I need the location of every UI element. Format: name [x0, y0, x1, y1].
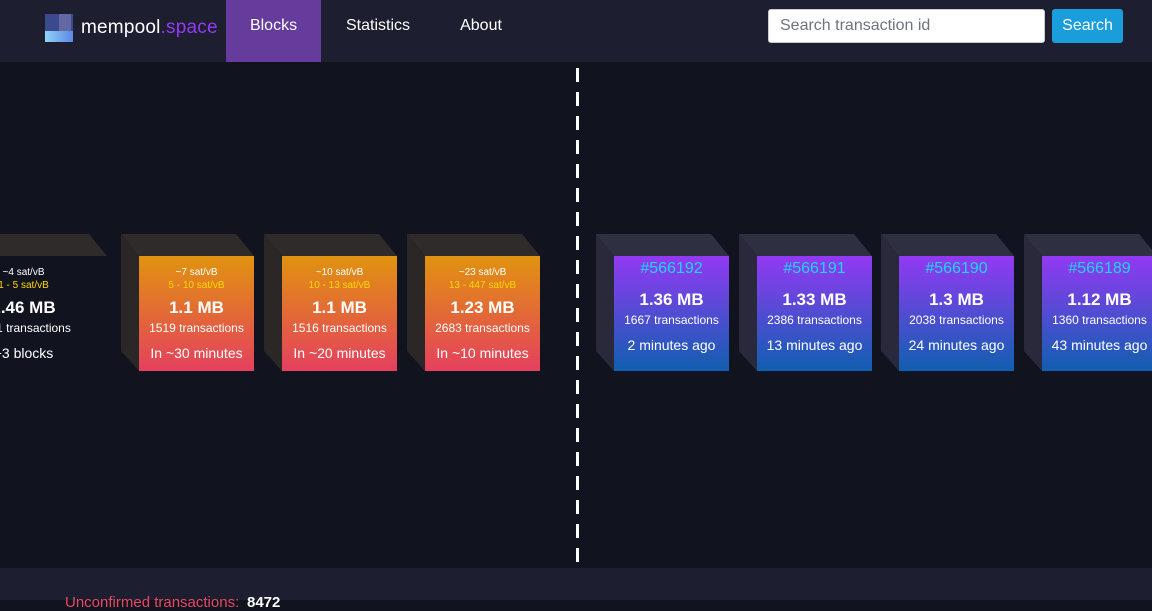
- mempool-logo-icon: [45, 14, 73, 42]
- block-size: 2.46 MB: [0, 298, 56, 317]
- block-eta: In ~20 minutes: [293, 345, 386, 361]
- nav-blocks[interactable]: Blocks: [226, 0, 321, 62]
- mempool-block[interactable]: ~7 sat/vB 5 - 10 sat/vB 1.1 MB 1519 tran…: [121, 234, 254, 371]
- block-tx-count: 2683 transactions: [435, 321, 530, 335]
- block-fee-range: 10 - 13 sat/vB: [308, 280, 371, 291]
- block-tx-count: 1519 transactions: [149, 321, 244, 335]
- block-tx-count: 3751 transactions: [0, 321, 71, 335]
- nav-about[interactable]: About: [450, 0, 512, 62]
- mined-block[interactable]: #566190 1.3 MB 2038 transactions 24 minu…: [881, 234, 1014, 371]
- mined-block[interactable]: #566189 1.12 MB 1360 transactions 43 min…: [1024, 234, 1152, 371]
- block-height[interactable]: #566190: [899, 259, 1014, 279]
- navbar: mempool.space Blocks Statistics About Se…: [0, 0, 1152, 62]
- mined-block[interactable]: #566191 1.33 MB 2386 transactions 13 min…: [739, 234, 872, 371]
- mempool-block[interactable]: ~10 sat/vB 10 - 13 sat/vB 1.1 MB 1516 tr…: [264, 234, 397, 371]
- block-height[interactable]: #566191: [757, 259, 872, 279]
- mempool-chain-divider: [576, 68, 579, 568]
- block-size: 1.1 MB: [169, 298, 224, 317]
- block-height[interactable]: #566192: [614, 259, 729, 279]
- mempool-block[interactable]: ~23 sat/vB 13 - 447 sat/vB 1.23 MB 2683 …: [407, 234, 540, 371]
- block-age: 43 minutes ago: [1051, 337, 1148, 353]
- unconfirmed-tx-label: Unconfirmed transactions:: [65, 594, 240, 611]
- block-tx-count: 1516 transactions: [292, 321, 387, 335]
- block-tx-count: 1667 transactions: [624, 313, 719, 327]
- footer-bar: Unconfirmed transactions: 8472: [0, 568, 1152, 611]
- brand-link[interactable]: mempool.space: [45, 13, 218, 43]
- block-fee-range: 13 - 447 sat/vB: [448, 280, 517, 291]
- block-tx-count: 2386 transactions: [767, 313, 862, 327]
- block-age: 13 minutes ago: [766, 337, 863, 353]
- block-size: 1.36 MB: [639, 290, 704, 309]
- mempool-block[interactable]: ~4 sat/vB 1 - 5 sat/vB 2.46 MB 3751 tran…: [0, 234, 107, 371]
- block-age: 24 minutes ago: [908, 337, 1005, 353]
- brand-name: mempool.space: [81, 17, 218, 38]
- block-fee-range: 5 - 10 sat/vB: [168, 280, 225, 291]
- block-median-fee: ~10 sat/vB: [315, 267, 364, 278]
- block-tx-count: 1360 transactions: [1052, 313, 1147, 327]
- block-age: 2 minutes ago: [627, 337, 716, 353]
- block-tx-count: 2038 transactions: [909, 313, 1004, 327]
- block-size: 1.33 MB: [782, 290, 847, 309]
- nav-statistics[interactable]: Statistics: [335, 0, 421, 62]
- block-size: 1.3 MB: [929, 290, 984, 309]
- search-button[interactable]: Search: [1052, 9, 1123, 43]
- block-height[interactable]: #566189: [1042, 259, 1152, 279]
- block-median-fee: ~7 sat/vB: [175, 267, 218, 278]
- block-median-fee: ~23 sat/vB: [458, 267, 507, 278]
- block-eta: In ~30 minutes: [150, 345, 243, 361]
- block-size: 1.12 MB: [1067, 290, 1132, 309]
- search-input[interactable]: [768, 9, 1045, 43]
- block-fee-range: 1 - 5 sat/vB: [0, 280, 49, 291]
- block-median-fee: ~4 sat/vB: [2, 267, 45, 278]
- block-size: 1.23 MB: [450, 298, 515, 317]
- unconfirmed-tx-count: 8472: [247, 594, 281, 611]
- block-eta: +3 blocks: [0, 345, 54, 361]
- block-eta: In ~10 minutes: [436, 345, 529, 361]
- mined-block[interactable]: #566192 1.36 MB 1667 transactions 2 minu…: [596, 234, 729, 371]
- block-size: 1.1 MB: [312, 298, 367, 317]
